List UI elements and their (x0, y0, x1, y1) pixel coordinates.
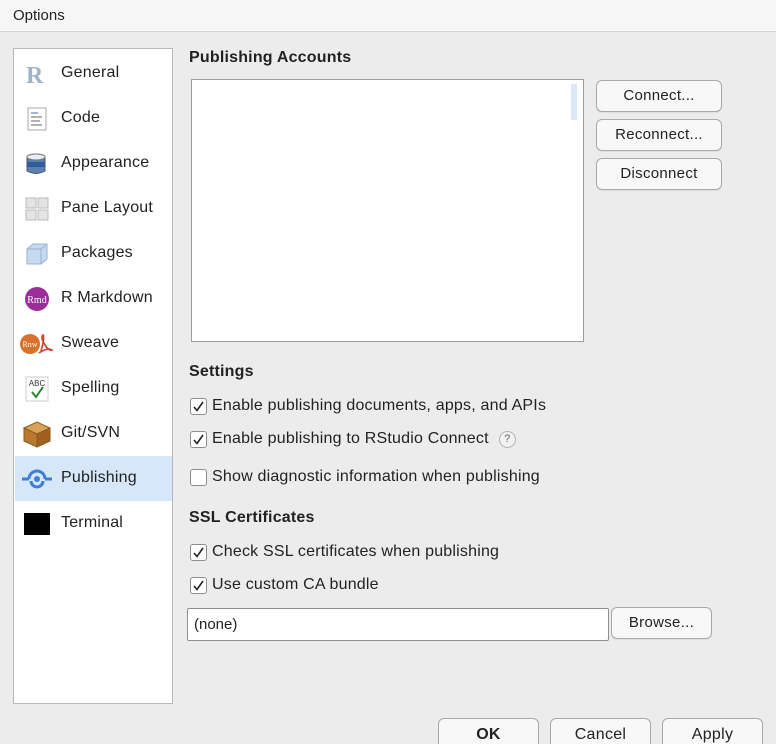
ok-button[interactable]: OK (438, 718, 539, 744)
apply-button[interactable]: Apply (662, 718, 763, 744)
sidebar-item-packages[interactable]: Packages (15, 231, 172, 276)
sidebar-item-label: Spelling (61, 379, 120, 396)
svg-text:Rmd: Rmd (27, 295, 46, 306)
sidebar-item-pane-layout[interactable]: Pane Layout (15, 186, 172, 231)
sidebar-item-label: Pane Layout (61, 199, 154, 216)
package-box-icon (24, 241, 50, 267)
spelling-abc-icon: ABC (24, 376, 50, 402)
sidebar-item-label: Code (61, 109, 101, 126)
code-document-icon (24, 106, 50, 132)
show-diagnostic-label: Show diagnostic information when publish… (212, 468, 540, 485)
sidebar-item-label: Terminal (61, 514, 124, 531)
sidebar-item-publishing[interactable]: Publishing (15, 456, 172, 501)
sidebar-item-r-markdown[interactable]: Rmd R Markdown (15, 276, 172, 321)
reconnect-button[interactable]: Reconnect... (596, 119, 722, 151)
connect-button[interactable]: Connect... (596, 80, 722, 112)
sidebar-item-terminal[interactable]: Terminal (15, 501, 172, 546)
sidebar-item-label: Appearance (61, 154, 150, 171)
enable-publishing-label: Enable publishing documents, apps, and A… (212, 397, 547, 414)
publishing-accounts-list[interactable] (191, 79, 584, 342)
enable-rstudio-connect-checkbox[interactable] (190, 430, 207, 448)
sidebar-item-label: General (61, 64, 120, 81)
window-title: Options (0, 0, 776, 32)
pane-layout-icon (24, 196, 50, 222)
custom-ca-checkbox[interactable] (190, 576, 207, 594)
settings-title: Settings (189, 363, 254, 380)
sweave-icon: Rnw (19, 331, 53, 357)
custom-ca-label: Use custom CA bundle (212, 576, 379, 593)
sidebar-item-label: Sweave (61, 334, 120, 351)
sidebar-item-sweave[interactable]: Rnw Sweave (15, 321, 172, 366)
sidebar-item-appearance[interactable]: Appearance (15, 141, 172, 186)
accounts-list-row (195, 84, 577, 120)
svg-text:Rnw: Rnw (22, 340, 37, 349)
publishing-icon (20, 466, 54, 492)
sidebar-item-label: Packages (61, 244, 133, 261)
r-logo-icon: R (24, 61, 50, 87)
terminal-icon (24, 511, 50, 537)
sidebar-item-git-svn[interactable]: Git/SVN (15, 411, 172, 456)
enable-publishing-checkbox[interactable] (190, 397, 207, 415)
options-sidebar: R General Code Appearance Pane Layout Pa… (13, 48, 173, 704)
enable-publishing-row[interactable]: Enable publishing documents, apps, and A… (190, 396, 546, 416)
enable-rstudio-connect-label: Enable publishing to RStudio Connect (212, 430, 489, 447)
help-icon[interactable]: ? (498, 430, 516, 448)
sidebar-item-label: Publishing (61, 469, 137, 486)
rmd-icon: Rmd (24, 286, 50, 312)
custom-ca-row[interactable]: Use custom CA bundle (190, 575, 379, 595)
publishing-accounts-title: Publishing Accounts (189, 49, 352, 66)
show-diagnostic-checkbox[interactable] (190, 468, 207, 486)
sidebar-item-code[interactable]: Code (15, 96, 172, 141)
check-ssl-label: Check SSL certificates when publishing (212, 543, 500, 560)
paint-bucket-icon (24, 151, 50, 177)
cancel-button[interactable]: Cancel (550, 718, 651, 744)
svg-text:ABC: ABC (29, 379, 46, 388)
show-diagnostic-row[interactable]: Show diagnostic information when publish… (190, 467, 540, 487)
disconnect-button[interactable]: Disconnect (596, 158, 722, 190)
sidebar-item-label: Git/SVN (61, 424, 121, 441)
enable-rstudio-connect-row[interactable]: Enable publishing to RStudio Connect ? (190, 429, 516, 449)
browse-button[interactable]: Browse... (611, 607, 712, 639)
ssl-certificates-title: SSL Certificates (189, 509, 315, 526)
sidebar-item-spelling[interactable]: ABC Spelling (15, 366, 172, 411)
svg-text:R: R (26, 63, 44, 87)
check-ssl-row[interactable]: Check SSL certificates when publishing (190, 542, 499, 562)
sidebar-item-label: R Markdown (61, 289, 153, 306)
sidebar-item-general[interactable]: R General (15, 51, 172, 96)
check-ssl-checkbox[interactable] (190, 543, 207, 561)
git-box-icon (22, 419, 52, 449)
ca-bundle-path-field[interactable]: (none) (187, 608, 609, 641)
